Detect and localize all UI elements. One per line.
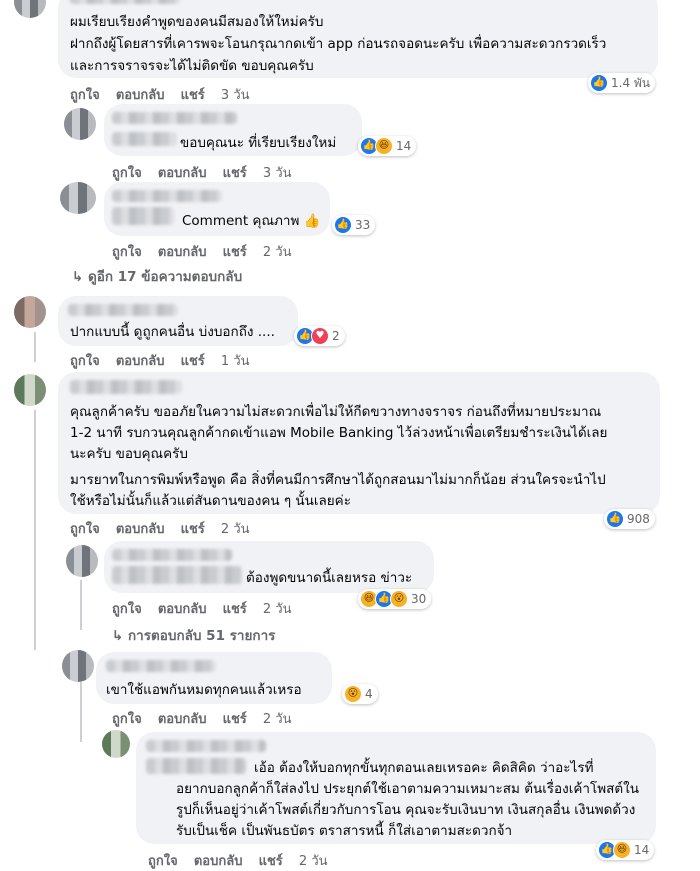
comment-actions: ถูกใจ ตอบกลับ แชร์ 2 วัน [70,518,262,539]
reaction-count[interactable]: 👍 😆 14 [358,136,417,156]
share-button[interactable]: แชร์ [181,88,205,103]
commenter-name-blurred[interactable] [68,304,178,316]
reaction-count[interactable]: 👍 33 [332,215,376,235]
thread-line [34,332,36,362]
commenter-name-blurred [112,566,242,584]
avatar[interactable] [14,296,46,328]
reply-button[interactable]: ตอบกลับ [116,88,165,103]
like-icon: 👍 [334,216,352,234]
avatar[interactable] [60,182,96,214]
share-button[interactable]: แชร์ [181,354,205,369]
comment-text: คุณลูกค้าครับ ขออภัยในความไม่สะดวกเพื่อไ… [70,404,602,420]
comment-text: ต้องพูดขนาดนี้เลยหรอ ข่าวะ [246,570,413,586]
comment-actions: ถูกใจ ตอบกลับ แชร์ 3 วัน [70,84,262,105]
like-button[interactable]: ถูกใจ [112,602,142,617]
timestamp[interactable]: 3 วัน [263,166,292,181]
avatar[interactable] [102,730,130,758]
like-button[interactable]: ถูกใจ [112,712,142,727]
share-button[interactable]: แชร์ [181,522,205,537]
reply-button[interactable]: ตอบกลับ [158,245,207,260]
reply-button[interactable]: ตอบกลับ [116,354,165,369]
reaction-count[interactable]: 😆 👍 😮 30 [358,589,432,609]
reaction-count[interactable]: 👍 1.4 พัน [588,73,656,93]
comment-actions: ถูกใจ ตอบกลับ แชร์ 2 วัน [112,241,304,262]
timestamp[interactable]: 1 วัน [221,354,250,369]
haha-icon: 😆 [613,841,631,859]
commenter-name-blurred[interactable] [70,380,182,394]
comment-text: และการจราจรจะได้ไม่ติดขัด ขอบคุณครับ [70,58,314,74]
reply-button[interactable]: ตอบกลับ [194,854,243,869]
timestamp[interactable]: 2 วัน [263,602,292,617]
comment-text: ปากแบบนี้ ดูถูกคนอื่น บ่งบอกถึง .... [70,324,275,340]
reply-button[interactable]: ตอบกลับ [158,166,207,181]
reaction-count[interactable]: 👍 ♥ 2 [294,326,345,346]
commenter-name-blurred [146,758,246,774]
timestamp[interactable]: 2 วัน [263,245,292,260]
comment-actions: ถูกใจ ตอบกลับ แชร์ 1 วัน [70,350,262,371]
avatar[interactable] [14,374,46,406]
reaction-count[interactable]: 👍 😆 14 [596,840,655,860]
like-icon: 👍 [606,510,624,528]
wow-icon: 😮 [344,685,362,703]
commenter-name-blurred[interactable] [112,549,232,561]
like-button[interactable]: ถูกใจ [112,166,142,181]
view-more-replies[interactable]: ↳ ดูอีก 17 ข้อความตอบกลับ [72,265,242,287]
comment-text: เอ้อ ต้องให้บอกทุกขั้นทุกตอนเลยเหรอคะ คิ… [254,760,594,776]
commenter-name-blurred[interactable] [146,740,266,752]
timestamp[interactable]: 2 วัน [263,712,292,727]
comment-text: มารยาทในการพิมพ์หรือพูด คือ สิ่งที่คนมีก… [70,472,606,488]
avatar[interactable] [14,0,46,18]
avatar[interactable] [64,108,96,140]
like-button[interactable]: ถูกใจ [70,522,100,537]
love-icon: ♥ [311,327,329,345]
commenter-name-blurred [112,207,174,225]
commenter-name-blurred[interactable] [112,112,237,124]
timestamp[interactable]: 3 วัน [221,88,250,103]
avatar[interactable] [66,545,98,577]
wow-icon: 😮 [390,590,408,608]
reaction-count[interactable]: 👍 908 [604,509,655,529]
comment-text: ขอบคุณนะ ที่เรียบเรียงใหม่ [180,135,337,151]
comment-actions: ถูกใจ ตอบกลับ แชร์ 3 วัน [112,162,304,183]
comment-actions: ถูกใจ ตอบกลับ แชร์ 2 วัน [148,850,340,871]
reply-button[interactable]: ตอบกลับ [158,712,207,727]
comment-text: นะครับ ขอบคุณครับ [70,446,188,462]
haha-icon: 😆 [375,137,393,155]
commenter-name-blurred[interactable] [70,0,180,4]
comment-text: ใช้หรือไม่นั้นก็แล้วแต่สันดานของคน ๆ นั้… [70,493,351,509]
comment-text: Comment คุณภาพ 👍 [182,213,321,229]
comment-text: อยากบอกลูกค้าก็ใส่ลงไป ประยุกต์ใช้เอาตาม… [176,781,639,797]
comment-actions: ถูกใจ ตอบกลับ แชร์ 2 วัน [112,708,304,729]
like-button[interactable]: ถูกใจ [148,854,178,869]
comment-text: 1-2 นาที รบกวนคุณลูกค้ากดเข้าแอพ Mobile … [70,425,608,441]
comment-text: เขาใช้แอพกันหมดทุกคนแล้วเหรอ [106,682,302,698]
commenter-name-blurred [112,132,177,146]
share-button[interactable]: แชร์ [223,602,247,617]
reply-button[interactable]: ตอบกลับ [158,602,207,617]
comment-actions: ถูกใจ ตอบกลับ แชร์ 2 วัน [112,598,304,619]
comment-text: ผมเรียบเรียงคำพูดของคนมีสมองให้ใหม่ครับ [70,14,324,30]
reaction-count[interactable]: 😮 4 [342,684,378,704]
timestamp[interactable]: 2 วัน [299,854,328,869]
comment-text: รูปก็เห็นอยู่ว่าเค้าโพสต์เกี่ยวกับการโอน… [176,802,636,818]
comment-text: รับเป็นเช็ค เป็นพันธบัตร ตราสารหนี้ ก็ใส… [176,823,513,839]
like-button[interactable]: ถูกใจ [112,245,142,260]
timestamp[interactable]: 2 วัน [221,522,250,537]
reply-button[interactable]: ตอบกลับ [116,522,165,537]
share-button[interactable]: แชร์ [223,712,247,727]
comment-text: ฝากถึงผู้โดยสารที่เคารพจะโอนกรุณากดเข้า … [70,36,607,52]
avatar[interactable] [62,650,94,682]
view-more-replies[interactable]: ↳ การตอบกลับ 51 รายการ [112,624,275,646]
commenter-name-blurred[interactable] [106,660,216,672]
commenter-name-blurred[interactable] [112,190,222,202]
thread-line [80,580,82,630]
share-button[interactable]: แชร์ [223,166,247,181]
like-icon: 👍 [590,74,608,92]
like-button[interactable]: ถูกใจ [70,88,100,103]
like-button[interactable]: ถูกใจ [70,354,100,369]
share-button[interactable]: แชร์ [223,245,247,260]
share-button[interactable]: แชร์ [259,854,283,869]
thread-line [80,682,82,742]
thread-line [34,410,36,650]
